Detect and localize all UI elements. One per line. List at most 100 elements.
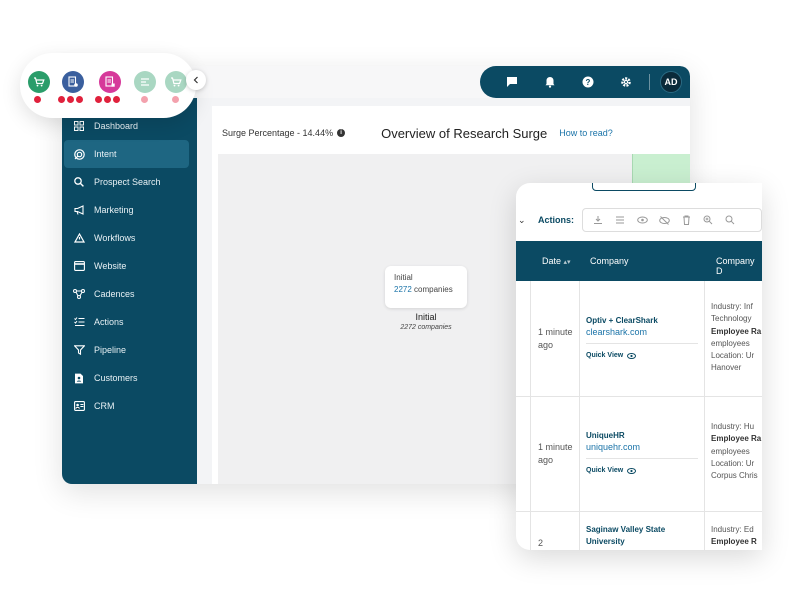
surge-percentage: Surge Percentage - 14.44% i [222, 128, 346, 138]
sidebar-item-actions[interactable]: Actions [64, 308, 189, 336]
surge-label: Surge Percentage - 14.44% [222, 128, 334, 138]
row-date: 2 [538, 538, 544, 548]
sort-icon[interactable]: ▴▾ [564, 259, 571, 266]
cell-divider [586, 458, 698, 459]
eye-icon [627, 352, 637, 359]
stage: ? AD Dashboard Intent Prospect Search Ma… [0, 0, 800, 600]
actions-bar: ⌄ Actions: [516, 205, 762, 235]
eye-icon[interactable] [635, 213, 649, 227]
table-row[interactable]: 1 minute ago Optiv + ClearShark clearsha… [516, 281, 762, 397]
intent-icon [72, 147, 86, 161]
quick-view-button[interactable]: Quick View [586, 467, 637, 474]
megaphone-icon [72, 203, 86, 217]
sidebar-item-label: Prospect Search [94, 177, 161, 187]
company-name-link[interactable]: UniqueHR [586, 430, 698, 442]
node-count-value: 2272 [394, 285, 412, 294]
flame-icon [104, 96, 111, 103]
flow-node-label: Initial [415, 312, 437, 322]
detail-line: Industry: Hu [711, 422, 755, 431]
detail-line: Industry: Ed [711, 525, 754, 534]
workflow-icon [72, 231, 86, 245]
trash-icon[interactable] [679, 213, 693, 227]
compare-icon[interactable] [134, 71, 156, 93]
flame-icon [76, 96, 83, 103]
detail-line: Location: Ur [711, 351, 755, 361]
detail-line: Employee Ra [711, 326, 762, 336]
cart-icon[interactable] [28, 71, 50, 93]
node-count-unit: companies [411, 285, 453, 294]
company-details: Industry: Ed Employee R [711, 524, 757, 549]
eye-off-icon[interactable] [657, 213, 671, 227]
how-to-read-link[interactable]: How to read? [559, 128, 613, 138]
quick-view-label: Quick View [586, 467, 624, 474]
sidebar-item-label: Cadences [94, 289, 135, 299]
search-icon [72, 175, 86, 189]
company-domain-link[interactable]: clearshark.com [586, 327, 647, 337]
list-icon[interactable] [613, 213, 627, 227]
detail-line: Industry: Inf [711, 302, 753, 311]
sidebar-item-prospect-search[interactable]: Prospect Search [64, 168, 189, 196]
table-row[interactable]: 2 Saginaw Valley State University Indust… [516, 512, 762, 550]
sidebar-item-label: Pipeline [94, 345, 127, 355]
collapse-button[interactable] [186, 70, 206, 90]
company-domain-link[interactable]: uniquehr.com [586, 442, 640, 452]
intensity-flames [58, 96, 83, 103]
sidebar-item-website[interactable]: Website [64, 252, 189, 280]
sidebar-item-workflows[interactable]: Workflows [64, 224, 189, 252]
content-header: Surge Percentage - 14.44% i Overview of … [212, 106, 690, 160]
chevron-down-icon[interactable]: ⌄ [518, 215, 528, 226]
company-name-link[interactable]: Optiv + ClearShark [586, 315, 698, 327]
report-icon[interactable] [99, 71, 121, 93]
flow-node-sublabel: 2272 companies [400, 324, 452, 331]
search-icon[interactable] [723, 213, 737, 227]
document-icon[interactable] [62, 71, 84, 93]
detail-line: Employee Ra [711, 434, 762, 444]
column-header-company[interactable]: Company [590, 256, 629, 266]
filter-button[interactable] [592, 183, 696, 191]
flame-icon [67, 96, 74, 103]
column-label: Date [542, 256, 562, 266]
intensity-flames [172, 96, 179, 103]
row-divider [530, 397, 531, 511]
quick-view-label: Quick View [586, 352, 624, 359]
table-row[interactable]: 1 minute ago UniqueHR uniquehr.com Quick… [516, 397, 762, 512]
detail-line: employees [711, 446, 750, 456]
download-icon[interactable] [591, 213, 605, 227]
chat-icon[interactable] [493, 66, 531, 98]
sidebar-item-pipeline[interactable]: Pipeline [64, 336, 189, 364]
avatar[interactable]: AD [660, 71, 682, 93]
grid-icon [72, 119, 86, 133]
gear-icon[interactable] [607, 66, 645, 98]
cell-divider [586, 343, 698, 344]
sidebar-item-label: Intent [94, 149, 117, 159]
quick-view-button[interactable]: Quick View [586, 352, 637, 359]
cart-icon[interactable] [165, 71, 187, 93]
row-divider [530, 512, 531, 550]
flame-icon [113, 96, 120, 103]
sidebar-item-cadences[interactable]: Cadences [64, 280, 189, 308]
help-icon[interactable]: ? [569, 66, 607, 98]
company-name-link[interactable]: Saginaw Valley State University [586, 524, 686, 548]
row-date: 1 minute ago [538, 442, 573, 465]
sidebar-item-marketing[interactable]: Marketing [64, 196, 189, 224]
detail-line: Corpus Chris [711, 471, 758, 481]
bell-icon[interactable] [531, 66, 569, 98]
zoom-in-icon[interactable] [701, 213, 715, 227]
flow-node-card[interactable]: Initial 2272 companies [385, 266, 467, 308]
info-icon[interactable]: i [337, 129, 346, 137]
sidebar-item-intent[interactable]: Intent [64, 140, 189, 168]
sidebar-item-customers[interactable]: Customers [64, 364, 189, 392]
sidebar-item-label: Dashboard [94, 121, 139, 131]
column-header-date[interactable]: Date ▴▾ [542, 256, 571, 266]
sidebar-item-crm[interactable]: CRM [64, 392, 189, 420]
sidebar-item-label: Customers [94, 373, 138, 383]
signal-pill [20, 53, 196, 118]
chevron-left-icon [193, 76, 198, 84]
actions-toolbar [582, 208, 762, 232]
page-title: Overview of Research Surge [381, 125, 548, 141]
intensity-flames [95, 96, 120, 103]
sidebar-item-label: Actions [94, 317, 124, 327]
column-header-company-details[interactable]: Company D [716, 256, 762, 276]
browser-icon [72, 259, 86, 273]
row-divider [704, 397, 705, 511]
